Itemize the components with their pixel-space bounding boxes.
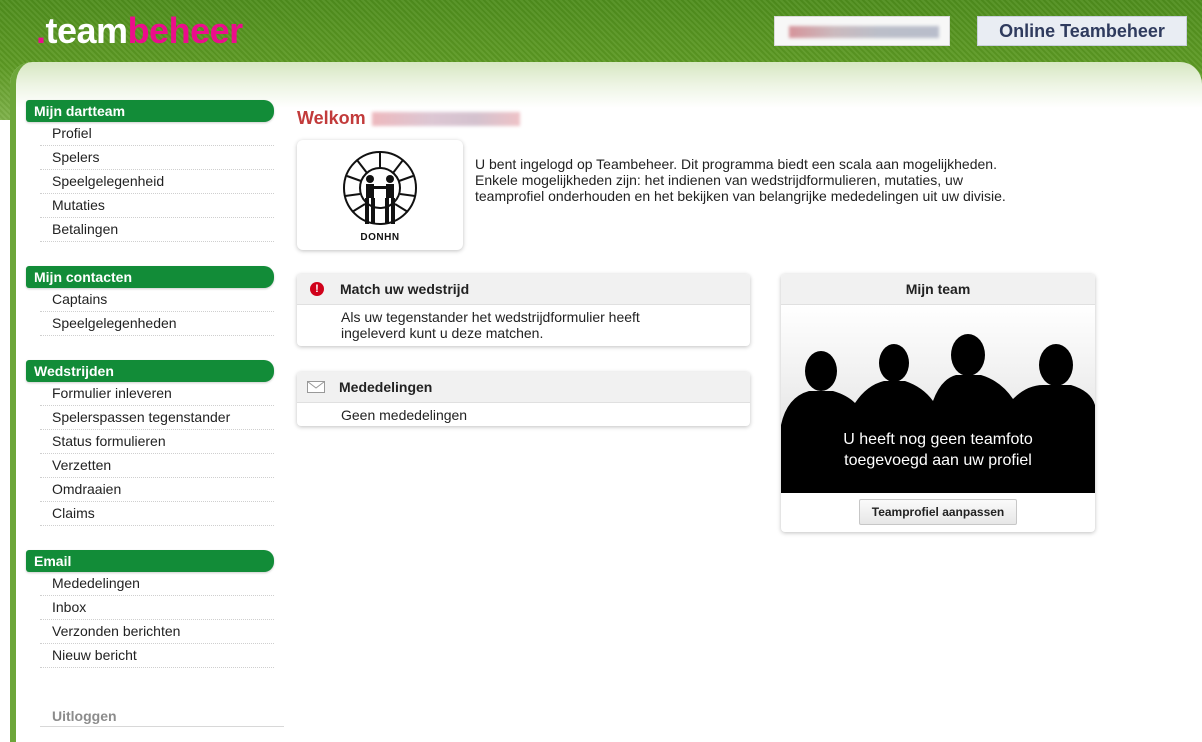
match-card-line: ingeleverd kunt u deze matchen. — [341, 325, 544, 341]
intro-text: U bent ingelogd op Teambeheer. Dit progr… — [475, 156, 1115, 204]
intro-line: U bent ingelogd op Teambeheer. Dit progr… — [475, 156, 997, 172]
welcome-label: Welkom — [297, 108, 366, 128]
sidebar-item-speelgelegenheid[interactable]: Speelgelegenheid — [40, 170, 274, 194]
sidebar-section-wedstrijden: Wedstrijden Formulier inleveren Spelersp… — [26, 360, 274, 526]
sidebar-item-mutaties[interactable]: Mutaties — [40, 194, 274, 218]
club-logo-card: DONHN — [297, 140, 463, 250]
sidebar-item-claims[interactable]: Claims — [40, 502, 274, 526]
sidebar-item-inbox[interactable]: Inbox — [40, 596, 274, 620]
announcements-card: Mededelingen Geen mededelingen — [297, 372, 750, 426]
announcements-card-title: Mededelingen — [339, 379, 433, 395]
user-name-blurred — [789, 26, 939, 38]
section-header: Mijn contacten — [26, 266, 274, 288]
alert-icon: ! — [310, 282, 324, 296]
no-team-photo-text: U heeft nog geen teamfoto toegevoegd aan… — [781, 429, 1095, 471]
match-card: ! Match uw wedstrijd Als uw tegenstander… — [297, 274, 750, 346]
sidebar-section-mijn-dartteam: Mijn dartteam Profiel Spelers Speelgeleg… — [26, 100, 274, 242]
sidebar-item-captains[interactable]: Captains — [40, 288, 274, 312]
logo-team: team — [45, 10, 129, 51]
match-card-title: Match uw wedstrijd — [340, 281, 470, 297]
intro-line: teamprofiel onderhouden en het bekijken … — [475, 188, 1006, 204]
welcome-heading: Welkom — [297, 108, 520, 129]
match-card-line: Als uw tegenstander het wedstrijdformuli… — [341, 309, 640, 325]
donhn-emblem-icon — [343, 151, 417, 225]
online-teambeheer-button[interactable]: Online Teambeheer — [977, 16, 1187, 46]
sidebar-item-profiel[interactable]: Profiel — [40, 122, 274, 146]
logo-text: DONHN — [360, 232, 400, 243]
sidebar-item-verzonden-berichten[interactable]: Verzonden berichten — [40, 620, 274, 644]
sidebar-section-email: Email Mededelingen Inbox Verzonden beric… — [26, 550, 274, 668]
my-team-card: Mijn team U heeft nog geen teamfoto toeg… — [781, 274, 1095, 532]
sidebar-item-nieuw-bericht[interactable]: Nieuw bericht — [40, 644, 274, 668]
logo-dot: . — [36, 10, 46, 51]
sidebar-item-spelerspassen-tegenstander[interactable]: Spelerspassen tegenstander — [40, 406, 274, 430]
team-photo-placeholder: U heeft nog geen teamfoto toegevoegd aan… — [781, 305, 1095, 493]
match-card-body: Als uw tegenstander het wedstrijdformuli… — [297, 305, 750, 341]
user-name-box[interactable] — [774, 16, 950, 46]
section-header: Email — [26, 550, 274, 572]
sidebar-item-speelgelegenheden[interactable]: Speelgelegenheden — [40, 312, 274, 336]
match-card-header[interactable]: ! Match uw wedstrijd — [297, 274, 750, 305]
section-header: Wedstrijden — [26, 360, 274, 382]
announcements-card-body: Geen mededelingen — [341, 407, 468, 423]
no-photo-line: toegevoegd aan uw profiel — [844, 452, 1032, 469]
sidebar-item-omdraaien[interactable]: Omdraaien — [40, 478, 274, 502]
envelope-icon — [307, 381, 325, 393]
teambeheer-logo[interactable]: .teambeheer — [36, 10, 243, 52]
announcements-card-header[interactable]: Mededelingen — [297, 372, 750, 403]
no-photo-line: U heeft nog geen teamfoto — [843, 431, 1033, 448]
logo-beheer: beheer — [127, 10, 244, 51]
logout-link[interactable]: Uitloggen — [40, 706, 284, 727]
sidebar: Mijn dartteam Profiel Spelers Speelgeleg… — [26, 100, 274, 692]
sidebar-item-status-formulieren[interactable]: Status formulieren — [40, 430, 274, 454]
sidebar-item-betalingen[interactable]: Betalingen — [40, 218, 274, 242]
my-team-card-footer: Teamprofiel aanpassen — [781, 493, 1095, 531]
intro-line: Enkele mogelijkheden zijn: het indienen … — [475, 172, 963, 188]
edit-team-profile-button[interactable]: Teamprofiel aanpassen — [858, 499, 1018, 525]
sidebar-section-mijn-contacten: Mijn contacten Captains Speelgelegenhede… — [26, 266, 274, 336]
sidebar-item-verzetten[interactable]: Verzetten — [40, 454, 274, 478]
sidebar-item-formulier-inleveren[interactable]: Formulier inleveren — [40, 382, 274, 406]
team-name-blurred — [371, 112, 520, 127]
sidebar-item-mededelingen[interactable]: Mededelingen — [40, 572, 274, 596]
sidebar-item-spelers[interactable]: Spelers — [40, 146, 274, 170]
section-header: Mijn dartteam — [26, 100, 274, 122]
my-team-card-header: Mijn team — [781, 274, 1095, 305]
